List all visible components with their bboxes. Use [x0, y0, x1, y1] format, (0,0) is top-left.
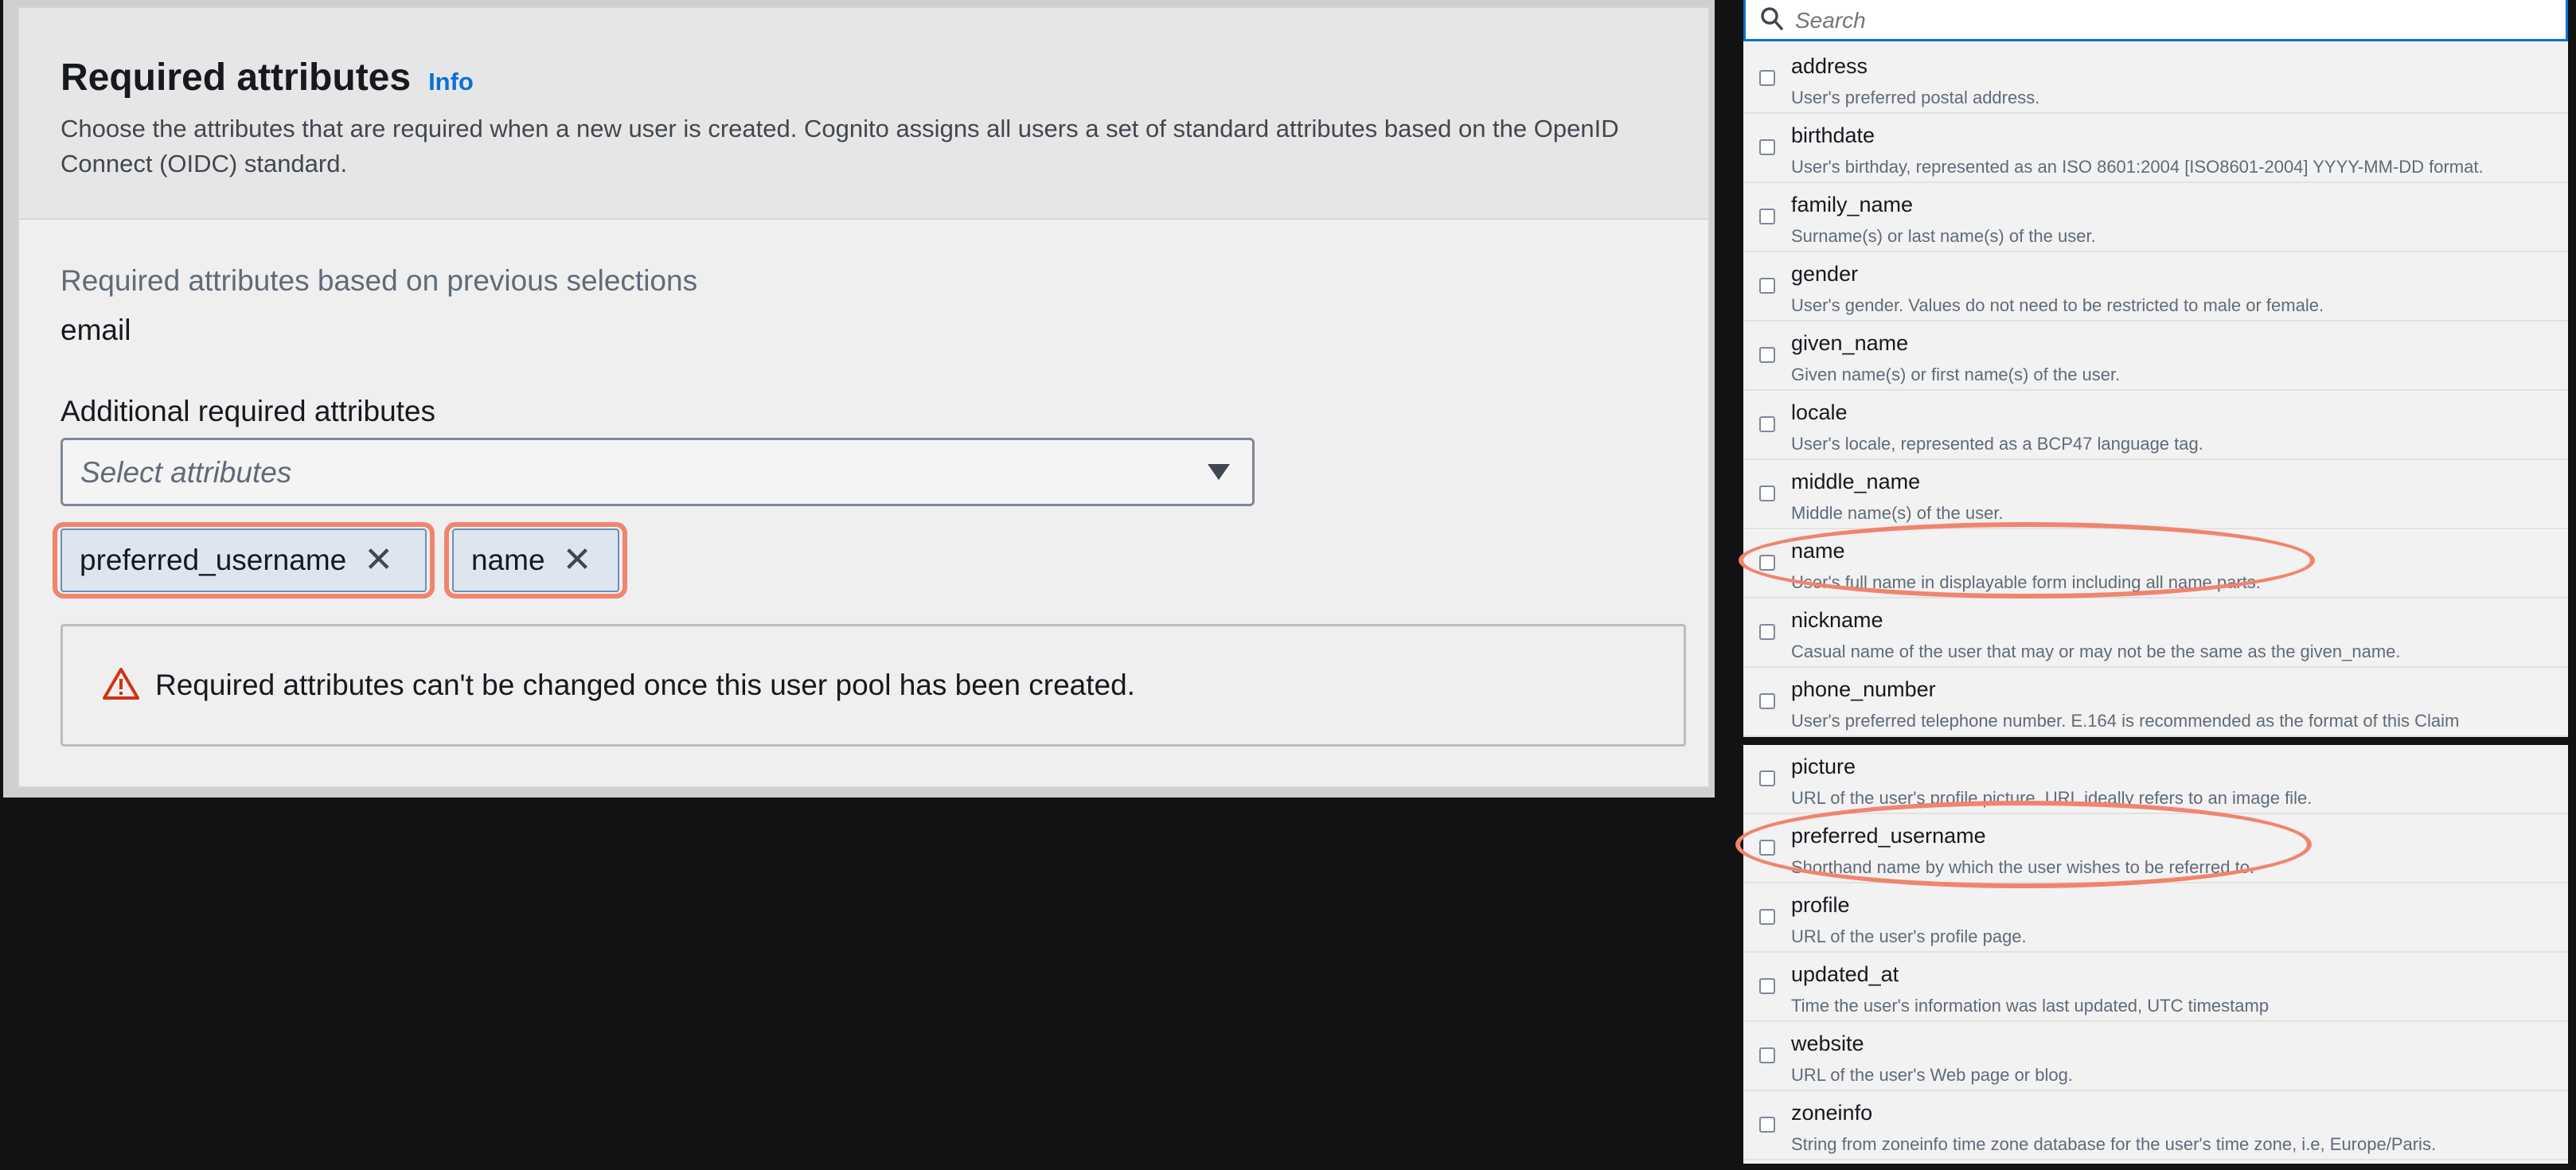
- option-description: User's gender. Values do not need to be …: [1791, 295, 2324, 315]
- option-preferred-username[interactable]: preferred_username Shorthand name by whic…: [1743, 814, 2568, 883]
- option-description: URL of the user's profile picture. URL i…: [1791, 788, 2313, 808]
- warning-alert: Required attributes can't be changed onc…: [60, 624, 1686, 747]
- token-name: name ✕: [452, 528, 619, 592]
- caret-down-icon: [1208, 464, 1230, 480]
- option-name: phone_number: [1791, 677, 1936, 701]
- option-name: picture: [1791, 755, 1856, 778]
- option-middle-name[interactable]: middle_name Middle name(s) of the user.: [1743, 460, 2568, 529]
- option-name: birthdate: [1791, 123, 1875, 147]
- option-name: given_name: [1791, 331, 1909, 355]
- search-bar: [1743, 0, 2568, 41]
- option-checkbox[interactable]: [1759, 624, 1775, 640]
- option-locale[interactable]: locale User's locale, represented as a BC…: [1743, 391, 2568, 460]
- option-checkbox[interactable]: [1759, 139, 1775, 155]
- option-name: gender: [1791, 262, 1859, 286]
- option-name: website: [1791, 1032, 1864, 1055]
- close-icon[interactable]: ✕: [364, 543, 393, 578]
- option-picture[interactable]: picture URL of the user's profile picture…: [1743, 745, 2568, 814]
- option-checkbox[interactable]: [1759, 978, 1775, 994]
- option-checkbox[interactable]: [1759, 486, 1775, 501]
- title-row: Required attributes Info: [60, 56, 474, 99]
- option-description: Time the user's information was last upd…: [1791, 996, 2270, 1016]
- option-name: address: [1791, 54, 1868, 78]
- option-description: URL of the user's Web page or blog.: [1791, 1065, 2073, 1085]
- option-checkbox[interactable]: [1759, 1047, 1775, 1063]
- info-link[interactable]: Info: [428, 68, 474, 96]
- additional-attributes-label: Additional required attributes: [60, 395, 436, 427]
- option-description: User's preferred postal address.: [1791, 88, 2040, 107]
- card-header: Required attributes Info Choose the attr…: [19, 8, 1708, 220]
- token-label: name: [471, 544, 545, 576]
- previous-selections-label: Required attributes based on previous se…: [60, 264, 698, 297]
- option-name: preferred_username: [1791, 824, 1986, 848]
- search-icon: [1760, 6, 1784, 36]
- option-profile[interactable]: profile URL of the user's profile page.: [1743, 883, 2568, 953]
- option-name: middle_name: [1791, 470, 1921, 493]
- option-name: updated_at: [1791, 962, 1899, 986]
- required-attributes-card: Required attributes Info Choose the attr…: [18, 6, 1710, 788]
- token-preferred-username: preferred_username ✕: [60, 528, 427, 592]
- option-birthdate[interactable]: birthdate User's birthday, represented as…: [1743, 114, 2568, 183]
- token-label: preferred_username: [80, 544, 347, 576]
- option-description: User's full name in displayable form inc…: [1791, 572, 2261, 592]
- option-checkbox[interactable]: [1759, 278, 1775, 294]
- option-checkbox[interactable]: [1759, 840, 1775, 856]
- alert-text: Required attributes can't be changed onc…: [155, 669, 1135, 701]
- option-name: profile: [1791, 893, 1850, 917]
- option-description: Casual name of the user that may or may …: [1791, 642, 2401, 661]
- attributes-dropdown: address User's preferred postal address. b…: [1735, 0, 2568, 1164]
- attributes-select[interactable]: Select attributes: [60, 438, 1255, 506]
- warning-icon: [103, 667, 139, 704]
- option-checkbox[interactable]: [1759, 209, 1775, 224]
- section-title: Required attributes: [60, 57, 412, 99]
- option-website[interactable]: website URL of the user's Web page or blo…: [1743, 1022, 2568, 1091]
- option-phone-number[interactable]: phone_number User's preferred telephone n…: [1743, 668, 2568, 737]
- option-name: name: [1791, 539, 1845, 563]
- option-description: Middle name(s) of the user.: [1791, 503, 2004, 523]
- option-nickname[interactable]: nickname Casual name of the user that may…: [1743, 599, 2568, 668]
- option-description: Shorthand name by which the user wishes …: [1791, 857, 2255, 877]
- option-address[interactable]: address User's preferred postal address.: [1743, 45, 2568, 114]
- previous-selections-value: email: [60, 314, 131, 346]
- section-description: Choose the attributes that are required …: [60, 115, 1619, 177]
- option-name: family_name: [1791, 193, 1914, 216]
- option-checkbox[interactable]: [1759, 347, 1775, 363]
- option-checkbox[interactable]: [1759, 770, 1775, 786]
- option-checkbox[interactable]: [1759, 909, 1775, 925]
- option-name: zoneinfo: [1791, 1101, 1873, 1125]
- search-input[interactable]: [1793, 5, 2545, 37]
- option-description: User's birthday, represented as an ISO 8…: [1791, 157, 2484, 177]
- required-attributes-panel: Required attributes Info Choose the attr…: [3, 0, 1715, 798]
- option-checkbox[interactable]: [1759, 416, 1775, 432]
- option-description: String from zoneinfo time zone database …: [1791, 1134, 2437, 1154]
- option-description: Given name(s) or first name(s) of the us…: [1791, 365, 2121, 384]
- option-zoneinfo[interactable]: zoneinfo String from zoneinfo time zone d…: [1743, 1091, 2568, 1160]
- option-checkbox[interactable]: [1759, 1117, 1775, 1133]
- option-gender[interactable]: gender User's gender. Values do not need …: [1743, 252, 2568, 322]
- option-description: User's locale, represented as a BCP47 la…: [1791, 434, 2203, 454]
- option-checkbox[interactable]: [1759, 693, 1775, 709]
- option-description: Surname(s) or last name(s) of the user.: [1791, 226, 2096, 246]
- option-family-name[interactable]: family_name Surname(s) or last name(s) of…: [1743, 183, 2568, 252]
- option-checkbox[interactable]: [1759, 555, 1775, 571]
- select-placeholder: Select attributes: [80, 456, 292, 489]
- option-name: locale: [1791, 400, 1848, 424]
- option-updated-at[interactable]: updated_at Time the user's information wa…: [1743, 953, 2568, 1022]
- option-checkbox[interactable]: [1759, 70, 1775, 86]
- option-description: User's preferred telephone number. E.164…: [1791, 711, 2460, 731]
- option-name: nickname: [1791, 608, 1883, 632]
- option-given-name[interactable]: given_name Given name(s) or first name(s)…: [1743, 322, 2568, 391]
- option-name[interactable]: name User's full name in displayable form…: [1743, 529, 2568, 599]
- option-description: URL of the user's profile page.: [1791, 926, 2027, 946]
- close-icon[interactable]: ✕: [563, 543, 592, 578]
